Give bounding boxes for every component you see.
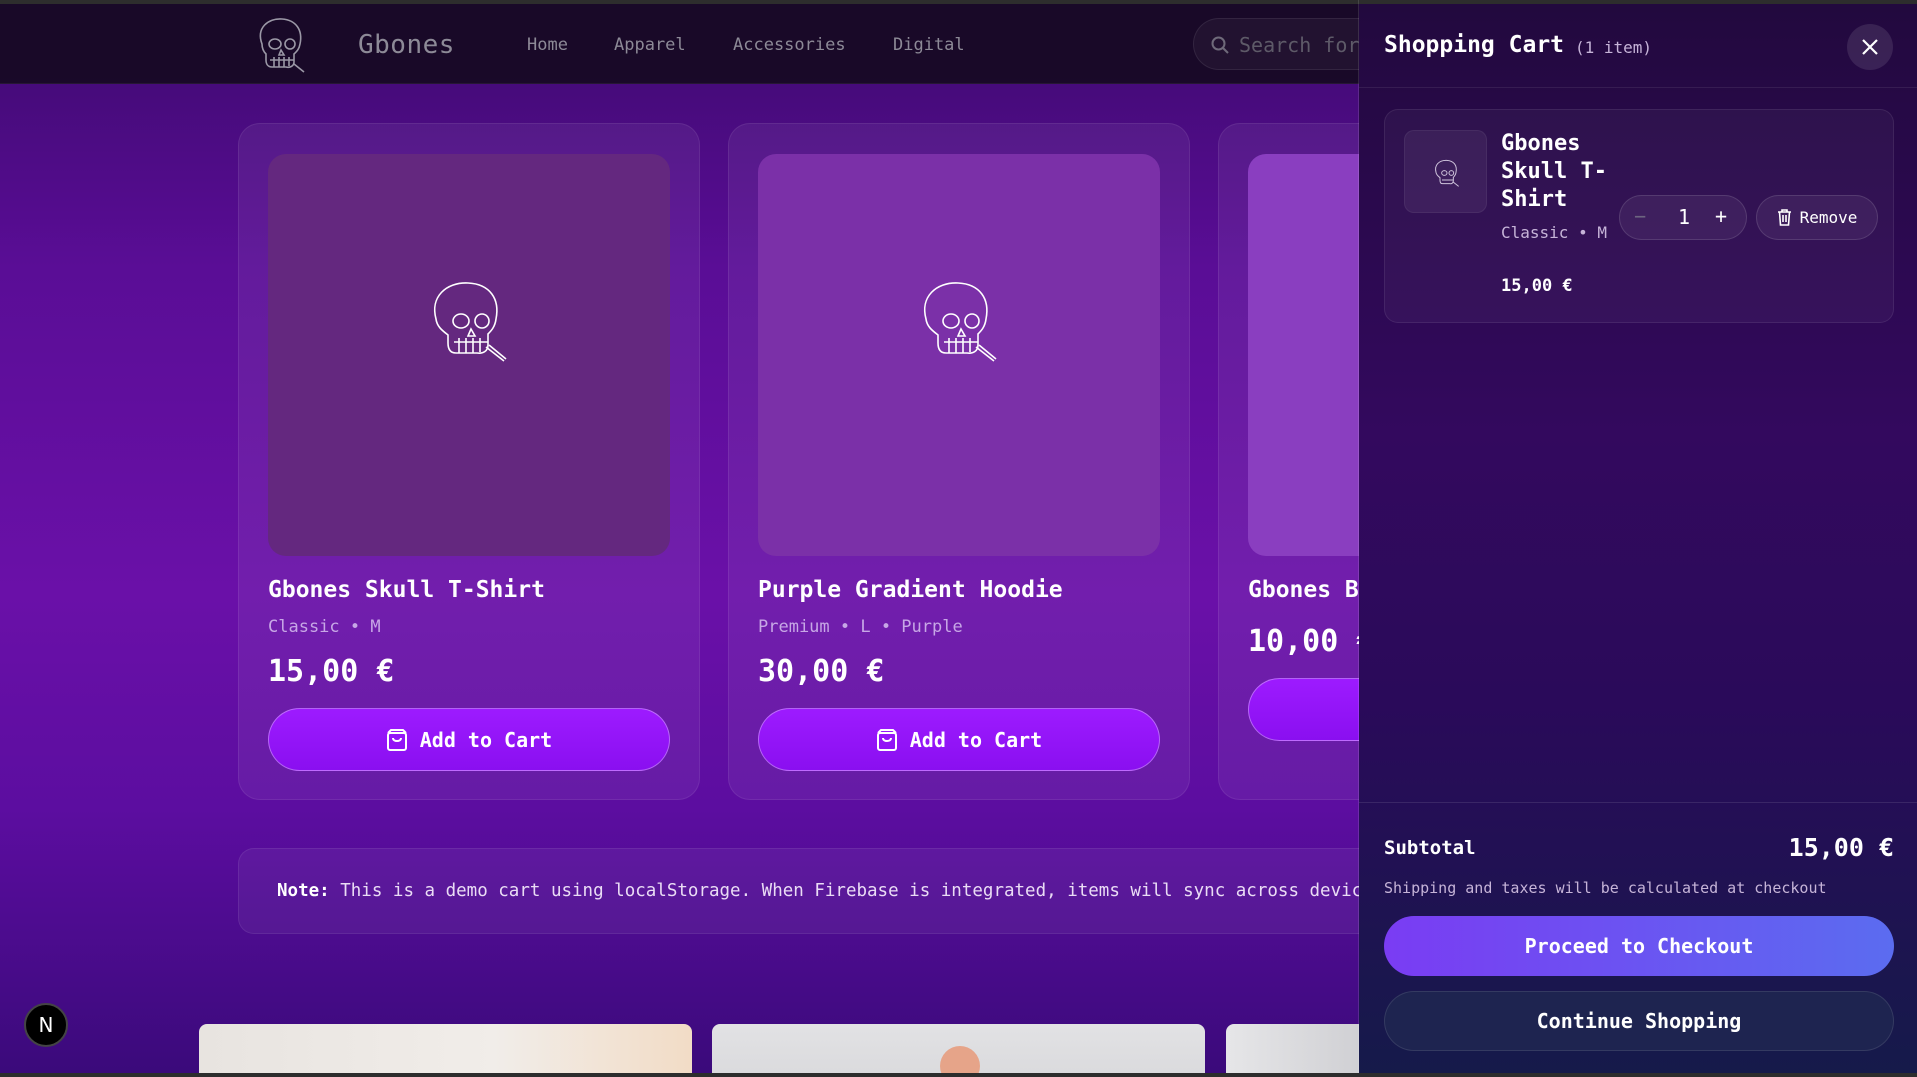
quantity-stepper: − 1 +: [1619, 195, 1747, 240]
search-placeholder: Search for: [1239, 33, 1360, 57]
cart-drawer: Shopping Cart (1 item) Gbones Skull T-Sh…: [1359, 4, 1917, 1077]
note-body: This is a demo cart using localStorage. …: [329, 881, 1363, 901]
product-image[interactable]: [758, 154, 1160, 556]
cart-item-price: 15,00 €: [1501, 276, 1573, 296]
add-to-cart-button[interactable]: Add to Cart: [268, 708, 670, 771]
note-label: Note:: [277, 881, 330, 901]
cart-item: Gbones Skull T-Shirt Classic • M 15,00 €…: [1384, 109, 1894, 323]
product-price: 15,00 €: [268, 654, 395, 689]
cart-item-thumbnail: [1404, 130, 1487, 213]
product-title[interactable]: Gbones B: [1248, 577, 1359, 603]
quantity-value: 1: [1677, 205, 1691, 229]
product-price: 10,00 €: [1248, 624, 1375, 659]
product-thumbnail[interactable]: [199, 1024, 692, 1077]
cart-item-variant: Classic • M: [1501, 223, 1607, 242]
product-meta: Premium • L • Purple: [758, 617, 963, 637]
cart-header: Shopping Cart (1 item): [1359, 4, 1917, 88]
nav-accessories[interactable]: Accessories: [733, 35, 846, 55]
skull-icon: [433, 282, 507, 362]
nav-digital[interactable]: Digital: [893, 35, 965, 55]
subtotal-label: Subtotal: [1384, 837, 1476, 859]
store-page: Gbones Home Apparel Accessories Digital …: [0, 0, 1917, 1077]
dev-badge[interactable]: N: [24, 1003, 68, 1047]
shopping-bag-icon: [386, 728, 407, 751]
product-title[interactable]: Gbones Skull T-Shirt: [268, 577, 545, 603]
shopping-bag-icon: [876, 728, 897, 751]
product-thumbnail[interactable]: [1226, 1024, 1366, 1077]
demo-note: Note: This is a demo cart using localSto…: [238, 848, 1438, 934]
continue-shopping-button[interactable]: Continue Shopping: [1384, 991, 1894, 1051]
product-thumbnail[interactable]: [712, 1024, 1205, 1077]
cart-item-name: Gbones Skull T-Shirt: [1501, 131, 1607, 212]
trash-icon: [1777, 209, 1791, 226]
product-image[interactable]: [268, 154, 670, 556]
add-to-cart-label: Add to Cart: [419, 727, 553, 752]
cart-title: Shopping Cart: [1384, 32, 1565, 58]
shipping-note: Shipping and taxes will be calculated at…: [1384, 879, 1827, 897]
search-icon: [1211, 36, 1229, 54]
nav-home[interactable]: Home: [527, 35, 568, 55]
demo-note-text: Note: This is a demo cart using localSto…: [277, 881, 1362, 901]
product-card: Gbones Skull T-Shirt Classic • M 15,00 €…: [238, 123, 700, 800]
skull-icon: [923, 282, 997, 362]
product-card: Purple Gradient Hoodie Premium • L • Pur…: [728, 123, 1190, 800]
nav-apparel[interactable]: Apparel: [614, 35, 686, 55]
remove-label: Remove: [1799, 208, 1858, 227]
product-title[interactable]: Purple Gradient Hoodie: [758, 577, 1063, 603]
skull-logo-icon[interactable]: [250, 14, 308, 74]
cart-footer: Subtotal 15,00 € Shipping and taxes will…: [1359, 802, 1917, 1077]
remove-item-button[interactable]: Remove: [1756, 195, 1878, 240]
cart-item-count: (1 item): [1575, 38, 1653, 57]
skull-icon: [1435, 159, 1459, 187]
close-icon: [1862, 39, 1878, 55]
window-bottom-border: [0, 1073, 1917, 1077]
close-cart-button[interactable]: [1847, 24, 1893, 70]
product-meta: Classic • M: [268, 617, 381, 637]
subtotal-value: 15,00 €: [1788, 833, 1894, 862]
add-to-cart-button[interactable]: Add to Cart: [758, 708, 1160, 771]
decrease-quantity-button[interactable]: −: [1634, 204, 1646, 228]
add-to-cart-label: Add to Cart: [909, 727, 1043, 752]
brand-name[interactable]: Gbones: [358, 30, 455, 60]
product-price: 30,00 €: [758, 654, 885, 689]
increase-quantity-button[interactable]: +: [1715, 204, 1727, 228]
proceed-to-checkout-button[interactable]: Proceed to Checkout: [1384, 916, 1894, 976]
